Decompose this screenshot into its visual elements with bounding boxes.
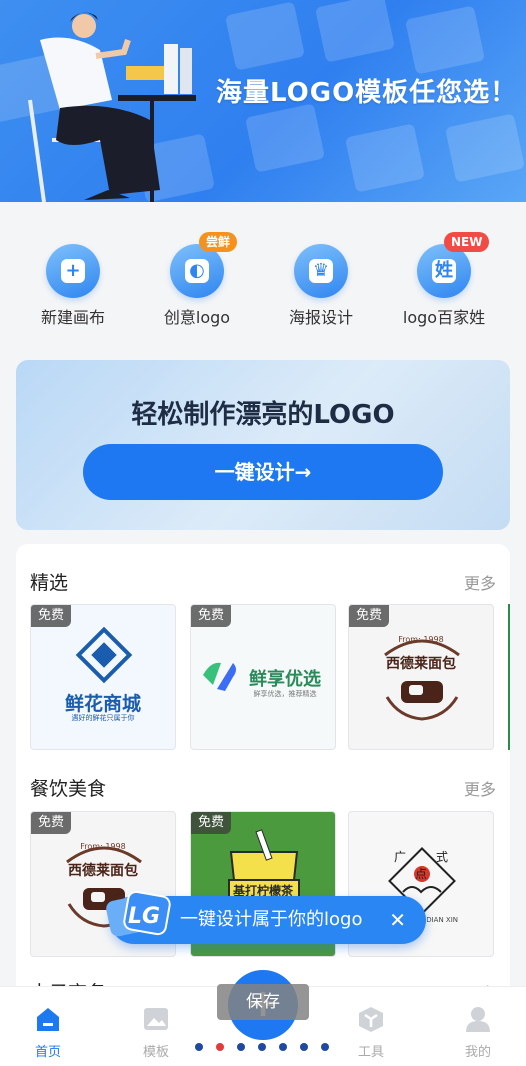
action-label: 创意logo	[163, 308, 231, 327]
action-surname-logo[interactable]: 姓 logo百家姓 NEW	[384, 232, 504, 328]
nav-label: 模板	[142, 1045, 169, 1060]
poster-design-icon: ♛	[294, 244, 348, 298]
free-badge: 免费	[31, 605, 72, 627]
template-slogan: 鲜享优选，推荐精选	[253, 690, 317, 698]
free-badge: 免费	[191, 605, 232, 627]
promo-text: 一键设计属于你的logo	[180, 909, 363, 930]
close-icon[interactable]: ✕	[389, 896, 406, 944]
designer-illustration	[28, 12, 196, 202]
template-name: 广式点	[393, 850, 478, 881]
nav-tools[interactable]: 工具	[331, 1005, 411, 1060]
section-title: 精选	[30, 572, 69, 594]
new-canvas-icon: +	[46, 244, 100, 298]
template-name: 鲜花商城	[64, 693, 141, 715]
surname-logo-icon: 姓	[417, 244, 471, 298]
nav-label: 首页	[34, 1045, 61, 1060]
save-button[interactable]: 保存	[217, 984, 309, 1020]
template-name: 西德莱面包	[68, 863, 138, 879]
design-banner: 轻松制作漂亮的LOGO 一键设计→	[16, 360, 510, 530]
new-badge: NEW	[444, 232, 490, 252]
nav-label: 我的	[464, 1045, 491, 1060]
one-click-design-button[interactable]: 一键设计→	[83, 444, 443, 500]
indicator-dot	[321, 1043, 329, 1051]
free-badge: 免费	[349, 605, 390, 627]
new-trial-badge: 尝鲜	[199, 232, 238, 252]
indicator-dot	[258, 1043, 266, 1051]
indicator-dot	[195, 1043, 203, 1051]
template-card[interactable]: 免费 鲜享优选 鲜享优选，推荐精选	[190, 604, 336, 750]
action-new-canvas[interactable]: + 新建画布	[13, 232, 133, 328]
banner-title: 轻松制作漂亮的LOGO	[131, 400, 395, 430]
template-name: 西德莱面包	[386, 656, 456, 672]
indicator-dot-active	[216, 1043, 224, 1051]
section-more-link[interactable]: 更多	[464, 570, 496, 594]
template-card[interactable]: 免费 From: 1998 西德莱面包	[348, 604, 494, 750]
next-template-peek	[508, 604, 510, 750]
nav-home[interactable]: 首页	[8, 1005, 88, 1060]
quick-actions: + 新建画布 ◐ 创意logo 尝鲜 ♛ 海报设计 姓 logo百家姓 NEW	[0, 232, 526, 332]
indicator-dot	[300, 1043, 308, 1051]
nav-profile[interactable]: 我的	[438, 1005, 518, 1060]
creative-logo-icon: ◐	[170, 244, 224, 298]
home-icon	[34, 1005, 62, 1033]
hero-title: 海量LOGO模板任您选！	[216, 78, 518, 108]
lg-logo-text: LG	[128, 904, 161, 929]
template-slogan: 遇好的鲜花只属于你	[71, 714, 135, 722]
page-indicator	[195, 1043, 335, 1053]
free-badge: 免费	[31, 812, 72, 834]
template-icon	[142, 1005, 170, 1033]
template-badge-text: From: 1998	[80, 842, 126, 851]
template-name: 鲜享优选	[249, 669, 321, 690]
section-more-link[interactable]: 更多	[464, 776, 496, 800]
section-title: 餐饮美食	[30, 778, 107, 800]
indicator-dot	[279, 1043, 287, 1051]
tools-icon	[357, 1005, 385, 1033]
indicator-dot	[237, 1043, 245, 1051]
action-poster-design[interactable]: ♛ 海报设计	[261, 232, 381, 328]
profile-icon	[464, 1005, 492, 1033]
action-label: logo百家姓	[402, 308, 486, 327]
template-sections: 精选 更多 免费 鲜花商城 遇好的鲜花只属于你 免费 鲜享优选 鲜享优选，推荐精…	[16, 544, 510, 1024]
promo-design-bar[interactable]: LG 一键设计属于你的logo ✕	[106, 890, 426, 944]
nav-templates[interactable]: 模板	[116, 1005, 196, 1060]
hero-banner[interactable]: 海量LOGO模板任您选！	[0, 0, 526, 202]
action-label: 新建画布	[40, 308, 105, 327]
action-label: 海报设计	[288, 308, 353, 327]
template-card[interactable]: 免费 鲜花商城 遇好的鲜花只属于你	[30, 604, 176, 750]
action-creative-logo[interactable]: ◐ 创意logo 尝鲜	[137, 232, 257, 328]
free-badge: 免费	[191, 812, 232, 834]
nav-label: 工具	[357, 1045, 384, 1060]
template-badge-text: From: 1998	[398, 635, 444, 644]
